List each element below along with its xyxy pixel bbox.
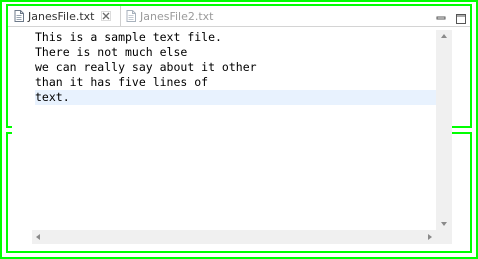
text-file-icon [14, 10, 24, 22]
maximize-icon[interactable] [456, 9, 466, 24]
minimize-icon[interactable] [436, 9, 446, 20]
scroll-up-icon[interactable] [441, 34, 447, 38]
tab-label: JanesFile.txt [28, 9, 95, 23]
tab-janesfile2[interactable]: JanesFile2.txt [122, 6, 214, 26]
editor-lines[interactable]: This is a sample text file. There is not… [35, 30, 438, 105]
scroll-down-icon[interactable] [441, 222, 447, 226]
horizontal-scrollbar[interactable] [32, 230, 436, 244]
tab-label: JanesFile2.txt [140, 9, 214, 23]
editor-line-5[interactable]: text. [35, 90, 438, 105]
vertical-scrollbar[interactable] [436, 30, 452, 230]
tab-janesfile[interactable]: JanesFile.txt [10, 6, 121, 26]
text-editor[interactable]: This is a sample text file. There is not… [12, 30, 438, 243]
scrollbar-corner [436, 230, 452, 244]
editor-line-2[interactable]: There is not much else [35, 45, 438, 60]
editor-gutter [12, 30, 30, 243]
text-file-icon [126, 10, 136, 22]
scroll-left-icon[interactable] [36, 234, 40, 240]
tab-bar: JanesFile.txt JanesFile2.txt [8, 6, 470, 27]
editor-line-4[interactable]: than it has five lines of [35, 75, 438, 90]
close-icon[interactable] [100, 11, 111, 21]
window-controls [436, 9, 466, 24]
editor-line-3[interactable]: we can really say about it other [35, 60, 438, 75]
scroll-right-icon[interactable] [428, 234, 432, 240]
editor-line-1[interactable]: This is a sample text file. [35, 30, 438, 45]
